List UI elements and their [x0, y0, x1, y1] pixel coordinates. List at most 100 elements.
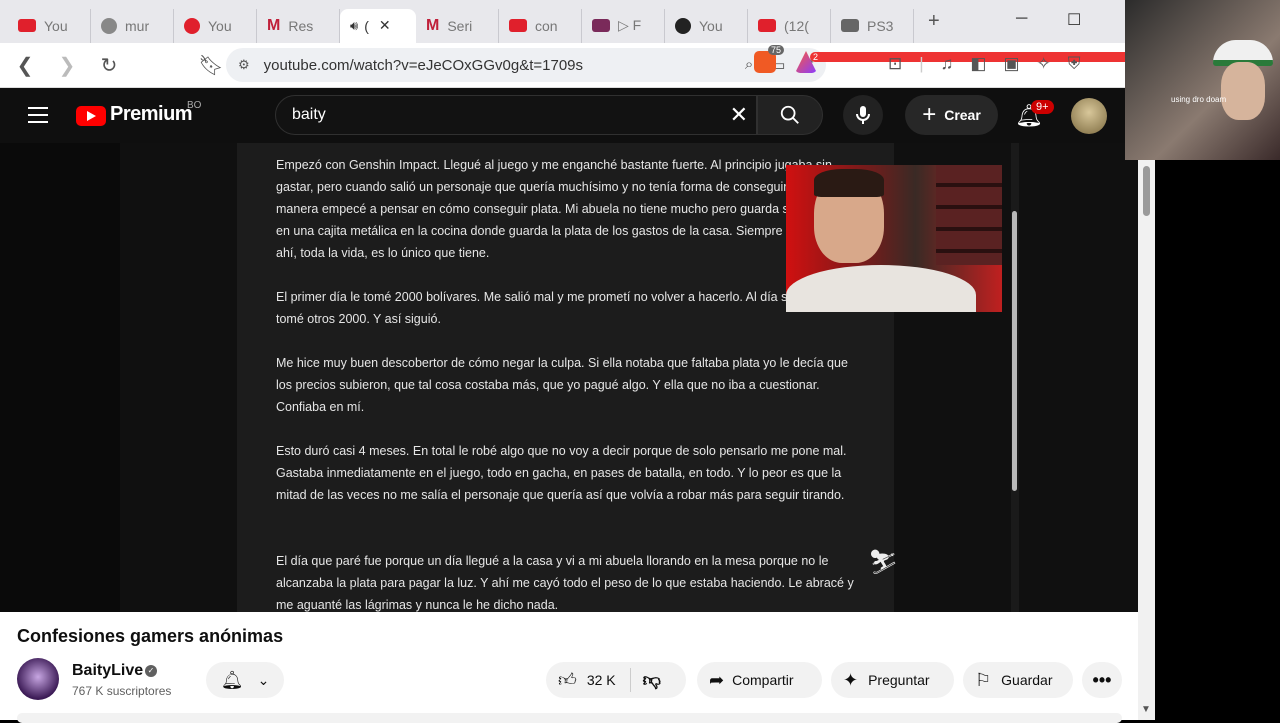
save-button[interactable]: ⚐ Guardar [963, 662, 1073, 698]
share-button[interactable]: ➦ Compartir [697, 662, 822, 698]
tab-favicon-icon [758, 19, 776, 32]
tab-favicon-icon [841, 19, 859, 32]
confession-paragraph-3: Me hice muy buen descobertor de cómo neg… [276, 356, 848, 414]
bookmark-icon[interactable]: 🔖︎ [194, 48, 228, 82]
sparkle-icon: ✦ [843, 669, 859, 690]
new-tab-icon[interactable]: + [928, 10, 940, 33]
share-label: Compartir [732, 672, 794, 688]
browser-tab-label: Seri [447, 17, 473, 34]
video-title: Confesiones gamers anónimas [17, 626, 284, 646]
menu-icon[interactable] [28, 107, 48, 123]
video-player[interactable]: Empezó con Genshin Impact. Llegué al jue… [0, 143, 1138, 612]
webcam-face [1221, 62, 1265, 120]
browser-tab[interactable]: M Res [257, 8, 340, 43]
ask-label: Preguntar [868, 672, 930, 688]
brave-shields-icon[interactable]: 75 [754, 45, 784, 73]
description-box[interactable] [17, 713, 1122, 723]
like-button[interactable]: 👍︎ 32 K [546, 668, 631, 692]
tab-favicon-icon: M [267, 16, 281, 34]
more-icon: ••• [1092, 669, 1112, 690]
confession-paragraph-5: El día que paré fue porque un día llegué… [276, 554, 854, 612]
country-code: BO [187, 100, 202, 111]
share-icon: ➦ [709, 669, 725, 690]
page-scrollbar[interactable] [1138, 160, 1155, 720]
site-settings-icon[interactable]: ⚙ [238, 57, 250, 73]
tab-favicon-icon [592, 19, 610, 32]
microphone-icon [856, 106, 870, 124]
thumbs-up-icon: 👍︎ [558, 670, 577, 690]
tab-favicon-icon [509, 19, 527, 32]
wallet-icon[interactable]: ▣ [1003, 54, 1019, 74]
background-shelf [936, 165, 1002, 265]
back-icon[interactable]: ❮ [8, 48, 42, 82]
tab-favicon-icon: M [426, 16, 440, 34]
address-bar[interactable]: ⚙ youtube.com/watch?v=eJeCOxGGv0g&t=1709… [226, 48, 826, 82]
clear-search-icon[interactable]: ✕ [730, 102, 748, 128]
leo-icon[interactable]: ✧ [1037, 54, 1051, 74]
channel-avatar[interactable] [17, 658, 59, 700]
vpn-icon[interactable]: ⛨ [1068, 54, 1081, 74]
tab-favicon-icon [18, 19, 36, 32]
browser-tab-label: mur [125, 17, 150, 34]
account-avatar[interactable] [1071, 98, 1107, 134]
voice-search-button[interactable] [843, 95, 883, 135]
plus-icon: + [922, 101, 937, 128]
browser-tab[interactable]: You [174, 8, 257, 43]
browser-tab[interactable]: You [665, 8, 748, 43]
browser-tab-label: ( [364, 17, 369, 34]
bell-icon: 🔔︎ [220, 669, 244, 690]
browser-tab[interactable]: M Seri [416, 8, 499, 43]
close-tab-icon[interactable]: ✕ [379, 17, 391, 34]
search-button[interactable] [757, 95, 823, 135]
minimize-icon[interactable]: ─ [1016, 10, 1027, 28]
browser-tab[interactable]: PS3 [831, 8, 914, 43]
document-scrollbar [1011, 143, 1019, 612]
verified-icon: ✓ [145, 665, 157, 677]
confession-paragraph-1: Empezó con Genshin Impact. Llegué al jue… [276, 158, 851, 260]
reload-icon[interactable]: ↻ [92, 48, 126, 82]
browser-tab-label: ▷ F [618, 17, 642, 33]
chevron-down-icon: ⌄ [257, 671, 270, 688]
browser-tab[interactable]: 🔊︎ ( ✕ [340, 8, 416, 43]
browser-tab-label: PS3 [867, 17, 894, 34]
browser-tab[interactable]: con [499, 8, 582, 43]
browser-tab[interactable]: mur [91, 8, 174, 43]
animated-cursor-icon: ⛷ [868, 549, 899, 576]
dislike-button[interactable]: 👎︎ [631, 669, 661, 691]
media-icon[interactable]: ♫ [941, 54, 954, 74]
subscription-bell-button[interactable]: 🔔︎ ⌄ [206, 662, 284, 698]
streamer-shirt [786, 265, 976, 312]
ask-button[interactable]: ✦ Preguntar [831, 662, 954, 698]
scroll-down-arrow-icon[interactable]: ▼ [1141, 704, 1151, 715]
page-scroll-thumb[interactable] [1143, 166, 1150, 216]
screenshot-icon[interactable]: ⊡ [888, 54, 902, 74]
subscriber-count: 767 K suscriptores [72, 684, 172, 698]
create-label: Crear [944, 107, 981, 123]
browser-tab[interactable]: ▷ F [582, 8, 665, 43]
browser-tab-label: You [208, 17, 232, 34]
right-black-panel [1155, 160, 1280, 720]
tab-favicon-icon [675, 17, 691, 34]
browser-tab[interactable]: You [8, 8, 91, 43]
maximize-icon[interactable]: ☐ [1067, 10, 1081, 30]
premium-logo-text[interactable]: Premium [110, 103, 193, 126]
browser-tab[interactable]: (12( [748, 8, 831, 43]
search-input[interactable]: baity ✕ [275, 95, 757, 135]
channel-name[interactable]: BaityLive [72, 662, 143, 680]
zoom-icon[interactable]: ⌕ [745, 56, 753, 74]
create-button[interactable]: + Crear [905, 95, 998, 135]
sidebar-icon[interactable]: ◧ [970, 54, 986, 74]
thumbs-down-icon: 👎︎ [642, 670, 661, 690]
save-label: Guardar [1001, 672, 1053, 688]
document-scroll-thumb [1012, 211, 1017, 491]
audio-playing-icon: 🔊︎ [350, 17, 359, 33]
forward-icon[interactable]: ❯ [50, 48, 84, 82]
video-letterbox [0, 143, 120, 612]
tab-favicon-icon [101, 17, 117, 34]
browser-tab-label: You [44, 17, 68, 34]
more-actions-button[interactable]: ••• [1082, 662, 1122, 698]
youtube-logo-icon[interactable] [76, 106, 106, 126]
confession-paragraph-4: Esto duró casi 4 meses. En total le robé… [276, 444, 847, 502]
like-count: 32 K [586, 672, 616, 688]
tab-favicon-icon [184, 17, 200, 34]
